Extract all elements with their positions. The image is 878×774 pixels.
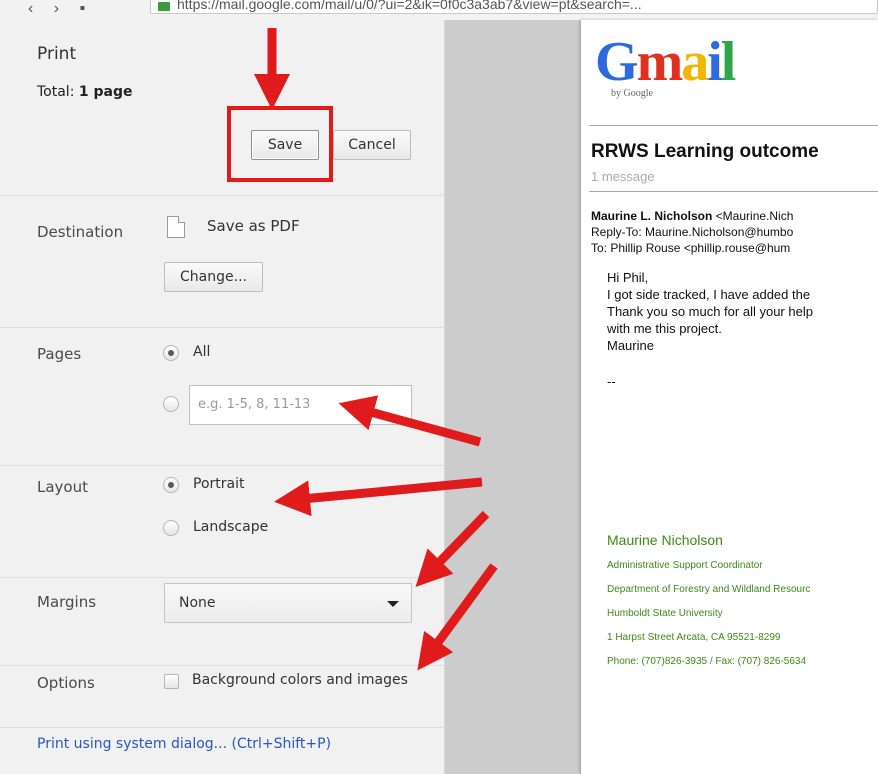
from-name: Maurine L. Nicholson (591, 209, 713, 223)
signature-dashes: -- (607, 374, 616, 389)
body-line: I got side tracked, I have added the (607, 287, 811, 302)
signature-name: Maurine Nicholson (607, 532, 723, 548)
layout-section: Layout Portrait Landscape (0, 466, 445, 578)
pages-label: Pages (37, 345, 82, 363)
divider (589, 191, 878, 192)
total-pages: Total: 1 page (37, 84, 132, 100)
body-line: with me this project. (607, 321, 722, 336)
gmail-logo: Gmail (595, 31, 736, 93)
pages-section: Pages All e.g. 1-5, 8, 11-13 (0, 328, 445, 466)
margins-section: Margins None (0, 578, 445, 666)
logo-byline: by Google (611, 88, 653, 99)
total-label: Total: (37, 84, 75, 100)
landscape-label: Landscape (193, 519, 269, 535)
portrait-label: Portrait (193, 476, 245, 492)
message-count: 1 message (591, 169, 655, 184)
lock-icon (158, 2, 170, 11)
background-graphics-label: Background colors and images (192, 672, 408, 688)
body-line: Hi Phil, (607, 270, 649, 285)
destination-label: Destination (37, 223, 124, 241)
email-from: Maurine L. Nicholson <Maurine.Nich (591, 209, 793, 223)
print-header-section: Print Total: 1 page Save Cancel (0, 20, 445, 196)
margins-value: None (179, 595, 216, 611)
background-graphics-checkbox[interactable] (164, 674, 179, 689)
print-title: Print (37, 44, 77, 64)
options-label: Options (37, 674, 95, 692)
layout-label: Layout (37, 478, 88, 496)
divider (589, 125, 878, 126)
pages-range-radio[interactable] (163, 396, 179, 412)
pages-all-radio[interactable] (163, 345, 179, 361)
email-reply-to: Reply-To: Maurine.Nicholson@humbo (591, 225, 794, 239)
signature-phone: Phone: (707)826-3935 / Fax: (707) 826-56… (607, 656, 807, 667)
margins-select[interactable]: None (164, 583, 412, 623)
from-address: <Maurine.Nich (712, 209, 794, 223)
change-destination-button[interactable]: Change... (164, 262, 263, 292)
address-bar[interactable]: https://mail.google.com/mail/u/0/?ui=2&i… (150, 0, 878, 14)
nav-buttons[interactable]: ‹ › ▪ (28, 0, 93, 18)
options-section: Options Background colors and images (0, 666, 445, 728)
system-dialog-link[interactable]: Print using system dialog... (Ctrl+Shift… (37, 736, 331, 752)
destination-section: Destination Save as PDF Change... (0, 196, 445, 328)
page-range-input[interactable]: e.g. 1-5, 8, 11-13 (189, 385, 412, 425)
body-line: Thank you so much for all your help (607, 304, 813, 319)
portrait-radio[interactable] (163, 477, 179, 493)
document-icon (167, 216, 185, 238)
print-preview-page: Gmail by Google RRWS Learning outcome 1 … (581, 20, 878, 774)
browser-toolbar: ‹ › ▪ https://mail.google.com/mail/u/0/?… (0, 0, 878, 20)
chevron-down-icon (387, 601, 399, 607)
landscape-radio[interactable] (163, 520, 179, 536)
pages-all-label: All (193, 344, 211, 360)
email-subject: RRWS Learning outcome (591, 141, 819, 162)
body-line: Maurine (607, 338, 654, 353)
print-settings-panel: Print Total: 1 page Save Cancel Destinat… (0, 20, 445, 774)
total-value: 1 page (78, 84, 133, 100)
signature-address: 1 Harpst Street Arcata, CA 95521-8299 (607, 632, 781, 643)
signature-title: Administrative Support Coordinator (607, 560, 763, 571)
cancel-button[interactable]: Cancel (333, 130, 411, 160)
email-to: To: Phillip Rouse <phillip.rouse@hum (591, 241, 791, 255)
signature-department: Department of Forestry and Wildland Reso… (607, 584, 811, 595)
signature-university: Humboldt State University (607, 608, 723, 619)
save-highlight-box (227, 106, 333, 182)
margins-label: Margins (37, 593, 97, 611)
destination-value: Save as PDF (207, 217, 300, 235)
